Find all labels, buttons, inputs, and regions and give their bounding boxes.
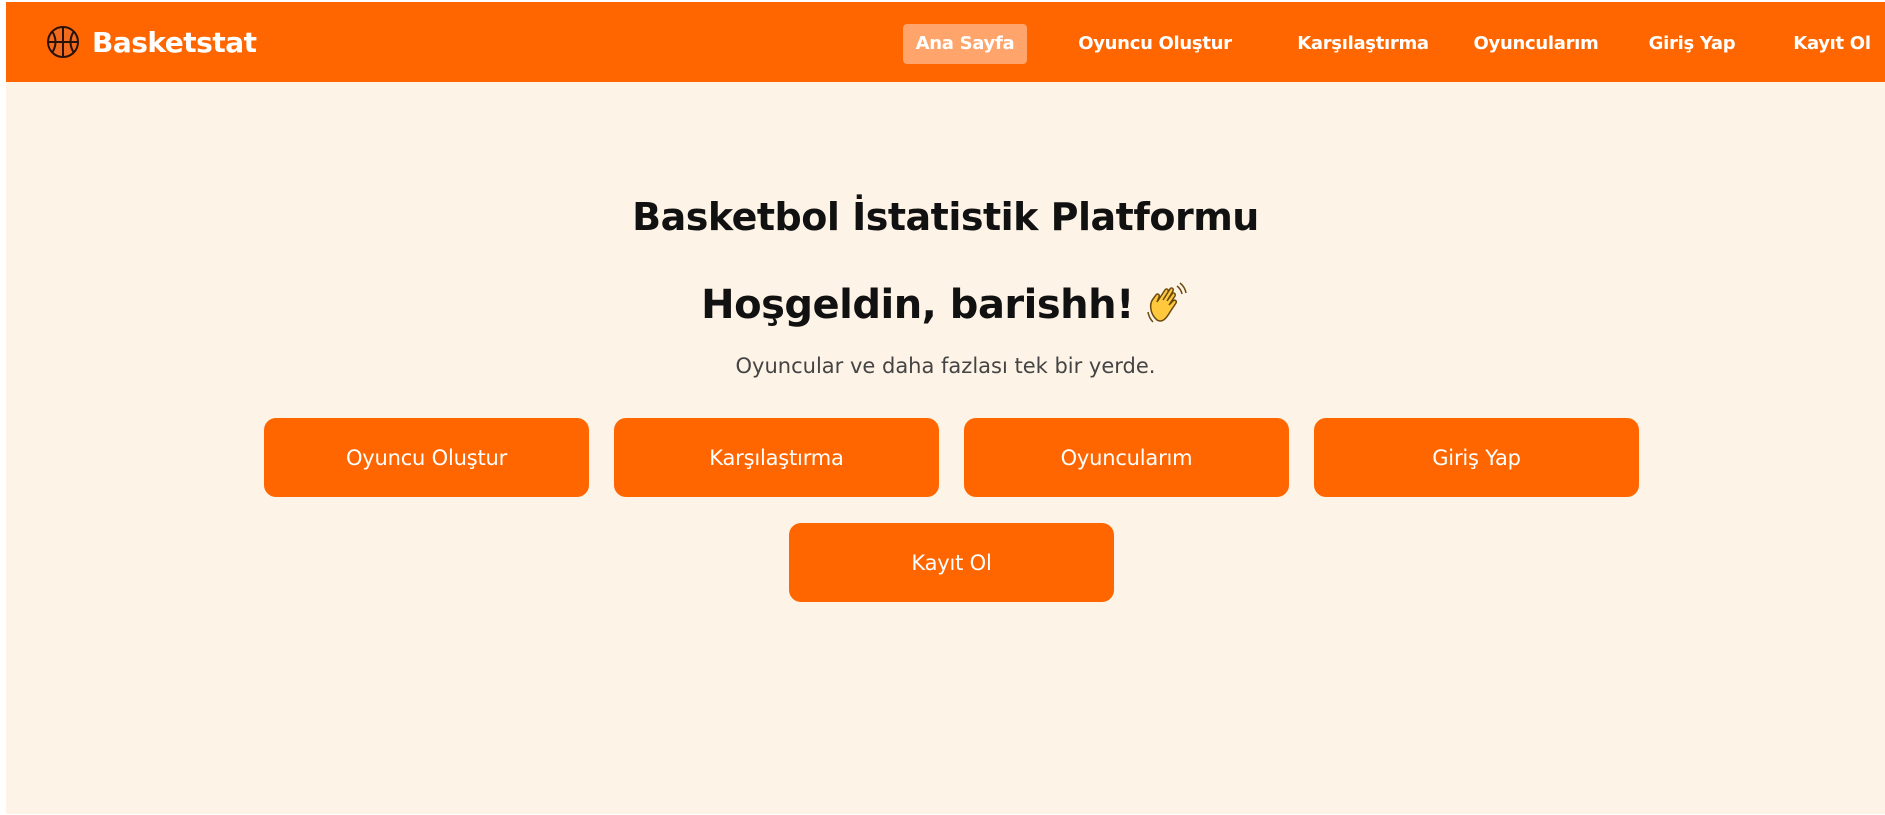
create-player-button[interactable]: Oyuncu Oluştur — [264, 418, 589, 497]
register-button[interactable]: Kayıt Ol — [789, 523, 1114, 602]
nav-link-compare[interactable]: Karşılaştırma — [1281, 24, 1445, 64]
app-root: Basketstat Ana Sayfa Oyuncu Oluştur Karş… — [6, 2, 1885, 814]
compare-button[interactable]: Karşılaştırma — [614, 418, 939, 497]
page-subtitle: Oyuncular ve daha fazlası tek bir yerde. — [735, 354, 1156, 378]
basketball-icon — [46, 25, 80, 59]
nav-link-register[interactable]: Kayıt Ol — [1784, 24, 1880, 64]
greeting-text: Hoşgeldin, barishh! — [701, 282, 1134, 328]
nav-link-create-player[interactable]: Oyuncu Oluştur — [1072, 24, 1238, 64]
brand-name: Basketstat — [92, 25, 257, 59]
nav-link-home[interactable]: Ana Sayfa — [903, 24, 1027, 64]
login-button[interactable]: Giriş Yap — [1314, 418, 1639, 497]
waving-hand-icon — [1144, 280, 1190, 326]
nav-link-my-players[interactable]: Oyuncularım — [1464, 24, 1608, 64]
brand-logo[interactable]: Basketstat — [46, 24, 257, 60]
greeting-heading: Hoşgeldin, barishh! — [6, 282, 1885, 330]
my-players-button[interactable]: Oyuncularım — [964, 418, 1289, 497]
page-title: Basketbol İstatistik Platformu — [632, 195, 1259, 239]
nav-link-login[interactable]: Giriş Yap — [1642, 24, 1742, 64]
top-navbar: Basketstat Ana Sayfa Oyuncu Oluştur Karş… — [6, 2, 1885, 82]
